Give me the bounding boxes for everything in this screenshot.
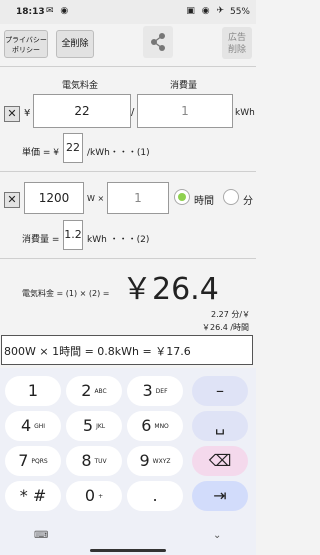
system-icons: ▣ ◉ ✈ [186, 6, 226, 16]
key-5-letters: JKL [96, 423, 106, 430]
status-bar: 18:13 ✉ ◉ ▣ ◉ ✈ 55% [0, 0, 256, 24]
key-tab[interactable]: ⇥ [192, 481, 248, 511]
key-space-label: ␣ [214, 416, 226, 435]
key-9-label: 9 [139, 451, 150, 470]
key-0-letters: + [98, 493, 104, 500]
key-2-label: 2 [81, 381, 92, 400]
result-value: ￥26.4 [122, 272, 219, 307]
share-button[interactable] [143, 26, 173, 58]
radio-hour-label: 時間 [194, 196, 214, 207]
per-hour-rate: ￥26.4 /時間 [202, 323, 250, 332]
key-1[interactable]: 1 [5, 376, 61, 406]
key-1-label: 1 [27, 381, 39, 400]
toolbar: プライバシー ポリシー 全削除 広告 削除 [0, 24, 256, 62]
key-period-label: . [152, 486, 158, 505]
consumption-label: 消費量 = [22, 235, 60, 245]
formula-display: 800W × 1時間 = 0.8kWh = ￥17.6 [1, 335, 253, 365]
remove-ads-button[interactable]: 広告 削除 [222, 27, 252, 59]
key-symbols[interactable]: * # [5, 481, 61, 511]
price-input[interactable]: 22 [33, 94, 131, 128]
unit-price-label: 単価 = ¥ [22, 148, 59, 158]
key-2-letters: ABC [94, 388, 107, 395]
keyboard-switch-icon[interactable]: ⌨ [34, 530, 48, 541]
key-5[interactable]: 5 JKL [66, 411, 122, 441]
status-time: 18:13 [16, 7, 45, 17]
key-symbols-label: * # [19, 486, 47, 505]
key-9[interactable]: 9 WXYZ [127, 446, 183, 476]
key-3-letters: DEF [155, 388, 168, 395]
clear-price-button[interactable]: ✕ [4, 106, 20, 122]
key-7[interactable]: 7 PQRS [5, 446, 61, 476]
key-space[interactable]: ␣ [192, 411, 248, 441]
key-7-letters: PQRS [31, 458, 48, 465]
key-2[interactable]: 2 ABC [66, 376, 122, 406]
key-tab-label: ⇥ [213, 486, 227, 505]
unit-price-value[interactable]: 22 [63, 133, 83, 163]
key-5-label: 5 [82, 416, 94, 435]
key-4-letters: GHI [34, 423, 46, 430]
key-4-label: 4 [20, 416, 32, 435]
key-6-label: 6 [141, 416, 152, 435]
notification-icons: ✉ ◉ [46, 6, 71, 16]
key-backspace[interactable]: ⌫ [192, 446, 248, 476]
unit-price-suffix: /kWh・・・(1) [87, 148, 150, 158]
key-4[interactable]: 4 GHI [5, 411, 61, 441]
key-minus[interactable]: – [192, 376, 248, 406]
key-8-label: 8 [81, 451, 92, 470]
key-8[interactable]: 8 TUV [66, 446, 122, 476]
slash: / [131, 107, 135, 118]
key-7-label: 7 [18, 451, 29, 470]
radio-hour[interactable] [174, 189, 190, 205]
usage-input[interactable]: 1 [137, 94, 233, 128]
divider [0, 258, 256, 259]
usage-header: 消費量 [170, 81, 198, 91]
key-9-letters: WXYZ [152, 458, 171, 465]
key-period[interactable]: . [127, 481, 183, 511]
divider [0, 171, 256, 172]
consumption-suffix: kWh ・・・(2) [87, 235, 150, 245]
radio-minute-label: 分 [243, 196, 253, 207]
clear-watt-button[interactable]: ✕ [4, 192, 20, 208]
key-backspace-label: ⌫ [208, 451, 232, 470]
watt-input[interactable]: 1200 [24, 182, 84, 214]
key-minus-label: – [216, 381, 224, 400]
clear-all-button[interactable]: 全削除 [56, 30, 94, 58]
privacy-policy-button[interactable]: プライバシー ポリシー [4, 30, 48, 58]
yen-symbol: ¥ [24, 108, 31, 119]
radio-minute[interactable] [223, 189, 239, 205]
battery-level: 55% [229, 7, 250, 17]
home-indicator [90, 549, 166, 552]
consumption-value[interactable]: 1.2 [63, 220, 83, 250]
key-0-label: 0 [84, 486, 96, 505]
per-minute-rate: 2.27 分/￥ [211, 310, 251, 319]
divider [0, 66, 256, 67]
key-3-label: 3 [142, 381, 153, 400]
kwh-unit: kWh [235, 108, 255, 118]
key-8-letters: TUV [94, 458, 107, 465]
key-6-letters: MNO [154, 423, 169, 430]
time-input[interactable]: 1 [107, 182, 169, 214]
key-0[interactable]: 0 + [66, 481, 122, 511]
price-header: 電気料金 [62, 81, 99, 91]
result-label: 電気料金 = (1) × (2) = [22, 289, 110, 298]
share-icon [151, 33, 165, 51]
key-3[interactable]: 3 DEF [127, 376, 183, 406]
watt-unit: W × [87, 194, 105, 203]
hide-keyboard-icon[interactable]: ⌄ [213, 530, 221, 541]
key-6[interactable]: 6 MNO [127, 411, 183, 441]
